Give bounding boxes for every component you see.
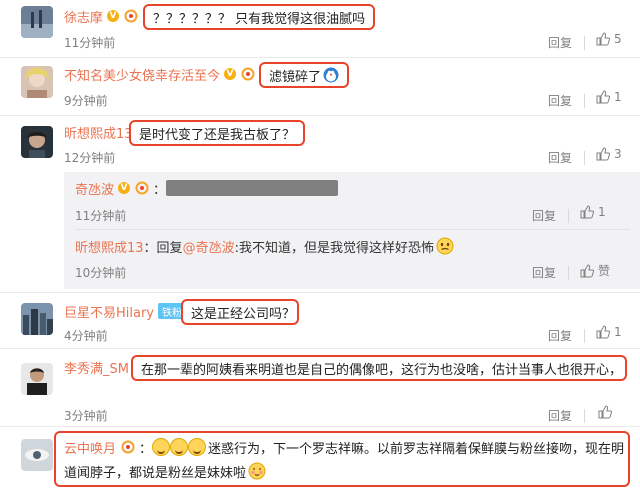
comment-item: 云中唤月 ： 迷惑行为，下一个罗志祥嘛。以前罗志祥隔着保鲜膜与粉丝接吻，现在明 … bbox=[0, 427, 640, 489]
thumbs-up-icon bbox=[598, 405, 612, 419]
timestamp: 10分钟前 bbox=[75, 266, 127, 280]
thumbs-up-icon bbox=[596, 147, 610, 161]
divider bbox=[568, 209, 569, 223]
thumbs-up-icon bbox=[596, 325, 610, 339]
username[interactable]: 巨星不易Hilary bbox=[64, 302, 154, 321]
mention-link[interactable]: @奇氹波 bbox=[183, 237, 235, 256]
like-button[interactable] bbox=[598, 405, 612, 419]
username[interactable]: 奇氹波 bbox=[75, 179, 114, 198]
reply-text: :我不知道，但是我觉得这样好恐怖 bbox=[234, 240, 434, 256]
like-count: 3 bbox=[614, 147, 622, 161]
divider bbox=[75, 229, 630, 230]
comment-text: 这是正经公司吗？ bbox=[181, 299, 299, 325]
divider bbox=[584, 94, 585, 108]
level-ring-icon bbox=[121, 440, 135, 454]
timestamp: 9分钟前 bbox=[64, 94, 108, 108]
reply-button[interactable]: 回复 bbox=[532, 207, 556, 224]
reply-button[interactable]: 回复 bbox=[532, 264, 556, 281]
comment-text: 云中唤月 ： 迷惑行为，下一个罗志祥嘛。以前罗志祥隔着保鲜膜与粉丝接吻，现在明 … bbox=[54, 431, 630, 487]
comment-text: 是时代变了还是我古板了？ bbox=[129, 120, 305, 146]
like-button[interactable]: 1 bbox=[580, 205, 606, 219]
comment-item: 昕想熙成13 是时代变了还是我古板了？ 12分钟前 回复 3 bbox=[0, 116, 640, 172]
username[interactable]: 不知名美少女侥幸存活至今 bbox=[64, 65, 220, 84]
thumbs-up-icon bbox=[596, 90, 610, 104]
divider bbox=[568, 266, 569, 280]
thumbs-up-icon bbox=[580, 205, 594, 219]
like-count: 1 bbox=[598, 205, 606, 219]
like-count: 1 bbox=[614, 325, 622, 339]
level-ring-icon bbox=[135, 181, 149, 195]
smile-emoji-icon bbox=[188, 438, 207, 456]
timestamp: 12分钟前 bbox=[64, 151, 116, 165]
divider bbox=[584, 151, 585, 165]
comment-item: 李秀满_SM 在那一辈的阿姨看来明道也是自己的偶像吧，这行为也没啥，估计当事人也… bbox=[0, 349, 640, 425]
like-button[interactable]: 5 bbox=[596, 32, 622, 46]
like-button[interactable]: 1 bbox=[596, 325, 622, 339]
reply-button[interactable]: 回复 bbox=[548, 327, 572, 344]
timestamp: 11分钟前 bbox=[64, 36, 116, 50]
comment-text: 在那一辈的阿姨看来明道也是自己的偶像吧，这行为也没啥，估计当事人也很开心， bbox=[131, 355, 627, 381]
like-button[interactable]: 1 bbox=[596, 90, 622, 104]
timestamp: 4分钟前 bbox=[64, 329, 108, 343]
avatar[interactable] bbox=[21, 303, 53, 335]
timestamp: 3分钟前 bbox=[64, 409, 108, 423]
reply-button[interactable]: 回复 bbox=[548, 34, 572, 51]
reply-button[interactable]: 回复 bbox=[548, 149, 572, 166]
divider bbox=[584, 36, 585, 50]
like-button[interactable]: 赞 bbox=[580, 262, 610, 279]
avatar[interactable] bbox=[21, 126, 53, 158]
username[interactable]: 李秀满_SM bbox=[64, 358, 129, 377]
reply-button[interactable]: 回复 bbox=[548, 92, 572, 109]
like-button[interactable]: 3 bbox=[596, 147, 622, 161]
smile-emoji-icon bbox=[152, 438, 171, 456]
redacted-content bbox=[166, 180, 339, 196]
scared-emoji-icon bbox=[436, 237, 454, 255]
comment-item: 不知名美少女侥幸存活至今 V 滤镜碎了 9分钟前 回复 1 bbox=[0, 58, 640, 114]
level-ring-icon bbox=[124, 9, 138, 23]
shy-emoji-icon bbox=[248, 462, 266, 480]
username[interactable]: 徐志摩 bbox=[64, 7, 103, 26]
divider bbox=[584, 409, 585, 423]
reply-thread: 奇氹波 V ： 11分钟前 回复 1 昕想熙成13 ：回复 @奇氹波 :我不知道… bbox=[64, 172, 640, 289]
username[interactable]: 昕想熙成13 bbox=[75, 237, 144, 256]
like-count: 5 bbox=[614, 32, 622, 46]
verified-icon: V bbox=[107, 10, 120, 22]
avatar[interactable] bbox=[21, 6, 53, 38]
level-ring-icon bbox=[241, 67, 255, 81]
avatar[interactable] bbox=[21, 439, 53, 471]
smile-emoji-icon bbox=[170, 438, 189, 456]
comment-text: 滤镜碎了 bbox=[259, 62, 349, 88]
thumbs-up-icon bbox=[596, 32, 610, 46]
like-count: 1 bbox=[614, 90, 622, 104]
timestamp: 11分钟前 bbox=[75, 209, 127, 223]
comment-item: 巨星不易Hilary 铁粉 这是正经公司吗？ 4分钟前 回复 1 bbox=[0, 293, 640, 347]
avatar[interactable] bbox=[21, 66, 53, 98]
comment-text: ？？？？？？ 只有我觉得这很油腻吗 bbox=[143, 4, 375, 30]
divider bbox=[584, 329, 585, 343]
username[interactable]: 昕想熙成13 bbox=[64, 123, 133, 142]
username[interactable]: 云中唤月 bbox=[64, 438, 116, 457]
verified-icon: V bbox=[224, 68, 237, 80]
thumbs-up-icon bbox=[580, 263, 594, 277]
verified-icon: V bbox=[118, 182, 131, 194]
comment-item: 徐志摩 V ？？？？？？ 只有我觉得这很油腻吗 11分钟前 回复 5 bbox=[0, 0, 640, 56]
reply-button[interactable]: 回复 bbox=[548, 407, 572, 424]
avatar[interactable] bbox=[21, 363, 53, 395]
doraemon-emoji-icon bbox=[323, 67, 339, 83]
